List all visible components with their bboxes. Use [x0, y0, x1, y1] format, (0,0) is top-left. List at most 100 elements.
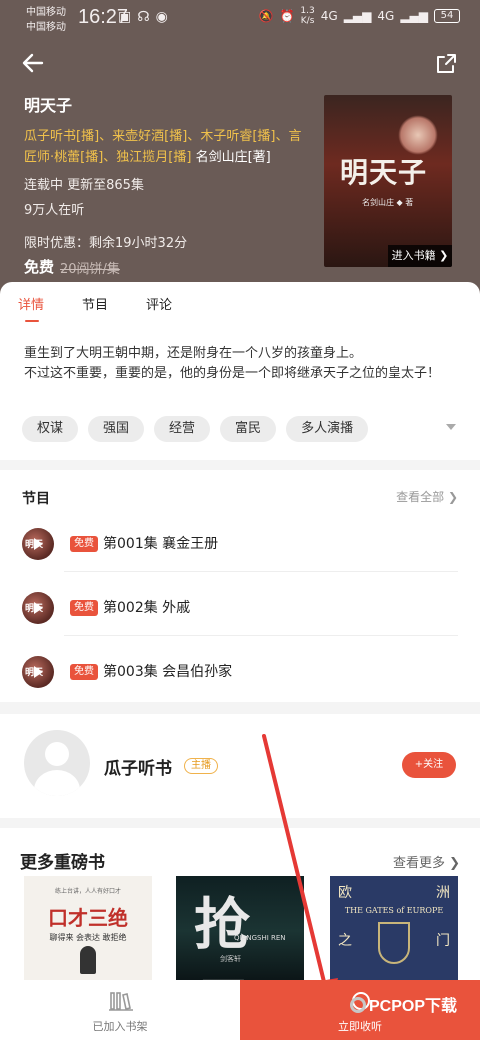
narrator-link[interactable]: 木子听睿[播]、 — [200, 129, 288, 144]
anchor-role-badge: 主播 — [184, 758, 218, 774]
narrator-list: 瓜子听书[播]、来壶好酒[播]、木子听睿[播]、言匠师·桃蕾[播]、独江揽月[播… — [24, 126, 309, 168]
watermark: PCPOP下载 — [350, 992, 457, 1016]
shelf-label: 已加入书架 — [92, 1020, 148, 1033]
tab-details[interactable]: 详情 — [18, 294, 44, 313]
bookshelf-icon — [109, 992, 133, 1011]
book-description: 重生到了大明王朝中期，还是附身在一个八岁的孩童身上。 不过这不重要，重要的是，他… — [24, 346, 441, 381]
cover-char: 之 — [338, 933, 352, 949]
book-author: 剑客轩 — [220, 955, 241, 963]
book-header: 中国移动 中国移动 16:27 ▣ ☊ ◉ 🔕 ⏰ 1.3 K/s 4G ▂▄▆… — [0, 0, 480, 300]
listener-count: 9万人在听 — [24, 203, 85, 218]
carrier-2: 中国移动 — [26, 22, 66, 33]
signal-1: 4G — [320, 9, 338, 23]
episode-thumbnail: 明天 — [22, 592, 54, 624]
cover-moon — [398, 115, 438, 155]
enter-book-button[interactable]: 进入书籍 ❯ — [388, 245, 452, 267]
app-icon: ▣ — [118, 9, 132, 25]
free-badge: 免费 — [70, 664, 98, 680]
play-icon — [34, 666, 43, 678]
more-books-title: 更多重磅书 — [20, 853, 105, 873]
price-free: 免费 — [24, 258, 55, 276]
follow-button[interactable]: +关注 — [402, 752, 456, 778]
avatar-body — [34, 770, 80, 796]
expand-tags-icon[interactable] — [446, 424, 456, 430]
tag-list: 权谋 强国 经营 富民 多人演播 — [22, 416, 369, 442]
episodes-section: 节目 查看全部 ❯ 明天 免费 第001集 襄金王册 明天 免费 第002集 外… — [0, 470, 480, 702]
tag-chip[interactable]: 富民 — [220, 416, 277, 442]
book-tagline: 练上台讲，人人有好口才 — [54, 888, 121, 895]
episode-thumbnail: 明天 — [22, 656, 54, 688]
narrator-link[interactable]: 独江揽月[播] — [116, 150, 191, 165]
book-cover[interactable]: 明天子 名剑山庄 ◆ 著 进入书籍 ❯ — [324, 95, 452, 267]
cover-author: 名剑山庄 ◆ 著 — [362, 198, 414, 207]
avatar-head — [45, 742, 69, 766]
share-icon[interactable] — [434, 52, 458, 76]
cover-title: 明天子 — [340, 156, 428, 189]
tab-bar: 详情 节目 评论 — [18, 294, 172, 313]
signal-bars-2-icon: ▂▄▆ — [400, 9, 428, 23]
book-title: 明天子 — [24, 96, 73, 115]
book-english-title: QIANGSHI REN — [234, 934, 286, 942]
status-icons-left: ▣ ☊ ◉ — [118, 9, 168, 25]
carrier-1: 中国移动 — [26, 7, 66, 18]
free-badge: 免费 — [70, 600, 98, 616]
book-subtitle: 聊得来 会表达 敢拒绝 — [49, 933, 127, 942]
free-badge: 免费 — [70, 536, 98, 552]
signal-bars-1-icon: ▂▄▆ — [343, 9, 372, 23]
episode-row[interactable]: 明天 免费 第002集 外戚 — [0, 580, 480, 636]
eye-icon: ◉ — [155, 9, 168, 25]
play-icon — [34, 602, 43, 614]
recommended-book[interactable]: 练上台讲，人人有好口才 口才三绝 聊得来 会表达 敢拒绝 — [24, 876, 152, 986]
more-books-section: 更多重磅书 查看更多 ❯ 练上台讲，人人有好口才 口才三绝 聊得来 会表达 敢拒… — [0, 828, 480, 986]
see-all-link[interactable]: 查看全部 ❯ — [396, 488, 458, 505]
signal-2: 4G — [377, 9, 395, 23]
promo-timer: 限时优惠：剩余19小时32分 — [24, 236, 188, 251]
avatar[interactable] — [24, 730, 90, 796]
microphone-icon — [80, 946, 96, 974]
tab-indicator — [25, 320, 39, 322]
update-status: 连载中 更新至865集 — [24, 178, 144, 193]
listen-label: 立即收听 — [338, 1020, 382, 1033]
added-to-shelf-button[interactable]: 已加入书架 — [0, 980, 240, 1040]
back-arrow-icon[interactable] — [20, 50, 46, 76]
recommended-book[interactable]: 抢尸 QIANGSHI REN 剑客轩 — [176, 876, 304, 986]
status-bar: 中国移动 中国移动 16:27 ▣ ☊ ◉ 🔕 ⏰ 1.3 K/s 4G ▂▄▆… — [0, 0, 480, 36]
episode-title: 第003集 会昌伯孙家 — [103, 664, 233, 680]
book-cover-title: 口才三绝 — [48, 906, 128, 930]
cover-char: 门 — [436, 933, 450, 949]
tab-episodes[interactable]: 节目 — [82, 294, 108, 313]
watermark-text: PCPOP下载 — [369, 998, 458, 1015]
divider — [64, 635, 458, 636]
recommended-book[interactable]: 欧 洲 THE GATES of EUROPE 之 门 — [330, 876, 458, 986]
tag-chip[interactable]: 经营 — [154, 416, 211, 442]
anchor-section: 瓜子听书 主播 +关注 — [0, 714, 480, 818]
price-original: 20阅饼/集 — [60, 262, 120, 277]
book-cover-title: 抢尸 — [194, 892, 250, 986]
narrator-link[interactable]: 瓜子听书[播]、 — [24, 129, 112, 144]
trident-emblem-icon — [378, 922, 410, 964]
watermark-logo-icon — [350, 997, 366, 1013]
mute-icon: 🔕 — [258, 9, 274, 23]
episode-row[interactable]: 明天 免费 第003集 会昌伯孙家 — [0, 644, 480, 700]
episode-title: 第001集 襄金王册 — [103, 536, 219, 552]
tag-chip[interactable]: 强国 — [88, 416, 145, 442]
tab-comments[interactable]: 评论 — [146, 294, 172, 313]
cover-char: 洲 — [436, 885, 450, 901]
see-more-link[interactable]: 查看更多 ❯ — [393, 852, 460, 871]
episode-thumbnail: 明天 — [22, 528, 54, 560]
episode-row[interactable]: 明天 免费 第001集 襄金王册 — [0, 516, 480, 572]
detail-card: 详情 节目 评论 重生到了大明王朝中期，还是附身在一个八岁的孩童身上。 不过这不… — [0, 282, 480, 460]
anchor-name[interactable]: 瓜子听书 — [104, 754, 172, 779]
episode-title: 第002集 外戚 — [103, 600, 191, 616]
author-link[interactable]: 名剑山庄[著] — [196, 150, 271, 165]
tag-chip[interactable]: 多人演播 — [286, 416, 369, 442]
book-english-title: THE GATES of EUROPE — [344, 906, 444, 915]
narrator-link[interactable]: 来壶好酒[播]、 — [112, 129, 200, 144]
headphones-icon: ☊ — [137, 9, 150, 25]
tag-chip[interactable]: 权谋 — [22, 416, 79, 442]
cover-char: 欧 — [338, 885, 352, 901]
battery-icon: 54 — [434, 9, 460, 23]
episodes-title: 节目 — [22, 491, 50, 507]
play-icon — [34, 538, 43, 550]
alarm-icon: ⏰ — [279, 9, 295, 23]
